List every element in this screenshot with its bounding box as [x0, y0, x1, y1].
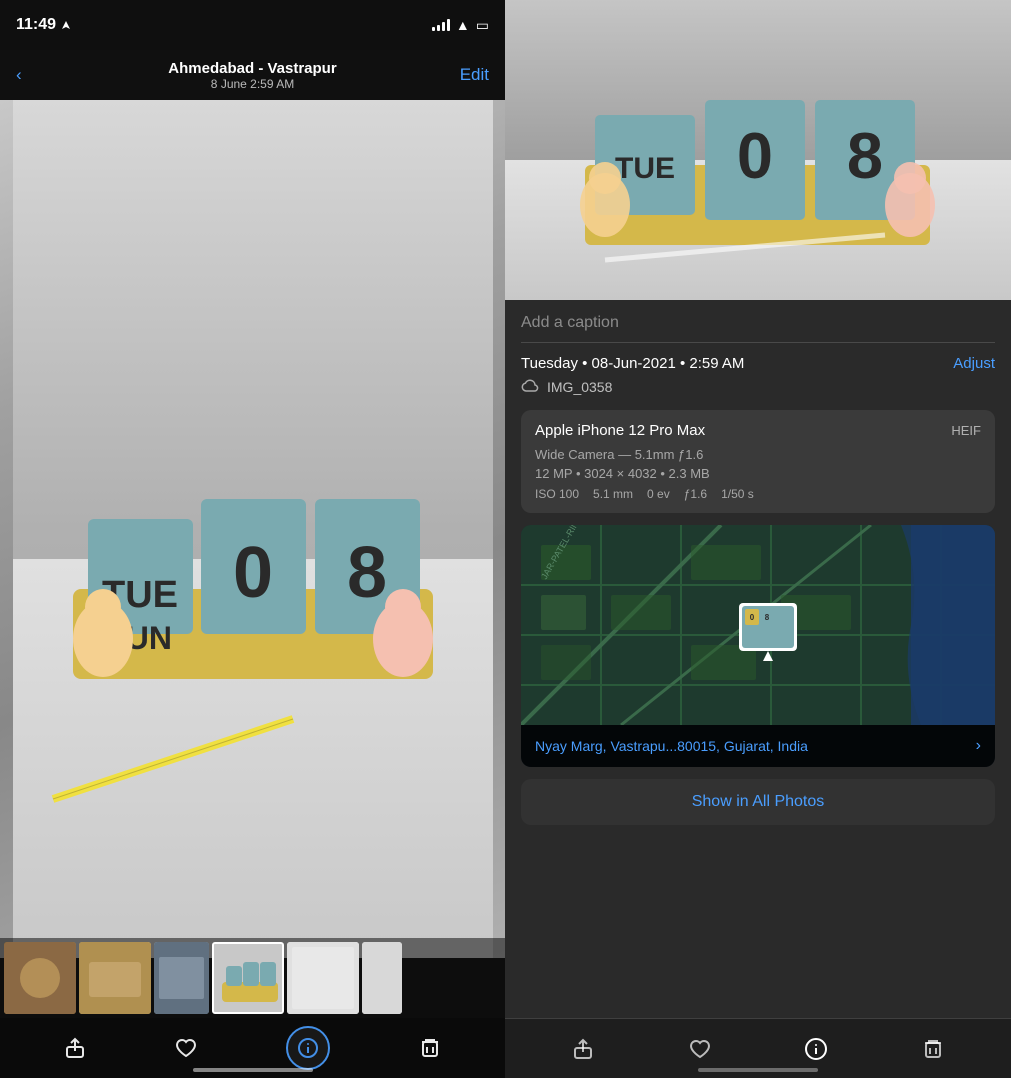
info-button-right[interactable] — [805, 1038, 827, 1060]
map-canvas: JAR-PATEL-RING-RD 0 8 — [521, 525, 995, 725]
date-row: Tuesday • 08-Jun-2021 • 2:59 AM Adjust — [521, 355, 995, 372]
share-button-left[interactable] — [64, 1037, 86, 1059]
status-icons-right: ▲ ▭ — [432, 17, 489, 34]
photo-image-right: TUE 0 8 — [505, 0, 1011, 300]
like-button-right[interactable] — [689, 1038, 711, 1060]
battery-icon: ▭ — [476, 17, 489, 34]
home-indicator-left — [193, 1068, 313, 1072]
map-svg: JAR-PATEL-RING-RD 0 8 — [521, 525, 995, 725]
filename: IMG_0358 — [547, 379, 612, 395]
thumbnail-item[interactable] — [79, 942, 151, 1014]
home-indicator-right — [698, 1068, 818, 1072]
share-icon — [64, 1037, 86, 1059]
format-badge: HEIF — [951, 423, 981, 438]
thumbnail-item[interactable] — [362, 942, 402, 1014]
cloud-icon — [521, 378, 539, 396]
trash-icon-right — [922, 1038, 944, 1060]
thumbnail-item[interactable] — [287, 942, 359, 1014]
svg-text:0: 0 — [232, 533, 272, 613]
nav-bar-left: ‹ Ahmedabad - Vastrapur 8 June 2:59 AM E… — [0, 50, 505, 100]
photo-view-right: TUE 0 8 — [505, 0, 1011, 300]
svg-text:8: 8 — [765, 613, 770, 622]
map-section[interactable]: JAR-PATEL-RING-RD 0 8 Nyay Marg, Vastrap… — [521, 525, 995, 767]
exif-iso: ISO 100 — [535, 487, 579, 501]
adjust-button[interactable]: Adjust — [953, 355, 995, 372]
camera-info-card: Apple iPhone 12 Pro Max HEIF Wide Camera… — [521, 410, 995, 513]
wifi-icon: ▲ — [456, 17, 470, 33]
exif-focal: 5.1 mm — [593, 487, 633, 501]
status-bar-left: 11:49 ▲ ▭ — [0, 0, 505, 50]
nav-title: Ahmedabad - Vastrapur — [168, 60, 336, 77]
camera-resolution: 12 MP • 3024 × 4032 • 2.3 MB — [535, 466, 981, 481]
show-all-photos-button[interactable]: Show in All Photos — [521, 779, 995, 825]
svg-text:8: 8 — [346, 533, 386, 613]
camera-name: Apple iPhone 12 Pro Max — [535, 422, 705, 439]
heart-icon-right — [689, 1038, 711, 1060]
thumbnail-item[interactable] — [4, 942, 76, 1014]
camera-lens: Wide Camera — 5.1mm ƒ1.6 — [535, 447, 981, 462]
photo-view-left: TUE 0 8 JUN — [0, 100, 505, 958]
share-button-right[interactable] — [572, 1038, 594, 1060]
delete-button-left[interactable] — [419, 1037, 441, 1059]
info-icon-right — [805, 1038, 827, 1060]
back-button[interactable]: ‹ — [16, 65, 22, 85]
info-button-left[interactable] — [286, 1026, 330, 1070]
info-panel: Add a caption Tuesday • 08-Jun-2021 • 2:… — [505, 300, 1011, 1018]
right-panel: TUE 0 8 Add a caption Tuesday • 08-Jun-2… — [505, 0, 1011, 1078]
chevron-right-icon: › — [976, 737, 981, 755]
map-location-bar[interactable]: Nyay Marg, Vastrapu...80015, Gujarat, In… — [521, 725, 995, 767]
thumbnail-item-active[interactable] — [212, 942, 284, 1014]
filename-row: IMG_0358 — [521, 378, 995, 396]
status-time: 11:49 — [16, 16, 72, 34]
delete-button-right[interactable] — [922, 1038, 944, 1060]
trash-icon-left — [419, 1037, 441, 1059]
thumbnail-strip[interactable] — [0, 938, 505, 1018]
caption-field[interactable]: Add a caption — [521, 300, 995, 343]
location-arrow-icon — [60, 19, 72, 31]
svg-text:TUE: TUE — [615, 152, 675, 185]
svg-text:0: 0 — [737, 119, 773, 192]
date-text: Tuesday • 08-Jun-2021 • 2:59 AM — [521, 355, 744, 372]
photo-image-left: TUE 0 8 JUN — [13, 100, 493, 958]
time-display: 11:49 — [16, 16, 56, 34]
info-icon-left — [298, 1038, 318, 1058]
svg-text:0: 0 — [750, 613, 755, 622]
exif-aperture: ƒ1.6 — [684, 487, 707, 501]
thumbnail-item[interactable] — [154, 942, 209, 1014]
share-icon-right — [572, 1038, 594, 1060]
nav-subtitle: 8 June 2:59 AM — [168, 77, 336, 91]
exif-shutter: 1/50 s — [721, 487, 754, 501]
svg-text:8: 8 — [847, 119, 883, 192]
exif-row: ISO 100 5.1 mm 0 ev ƒ1.6 1/50 s — [535, 487, 981, 501]
left-panel: 11:49 ▲ ▭ ‹ Ahmedabad - Vastrapur 8 June… — [0, 0, 505, 1078]
edit-button[interactable]: Edit — [460, 65, 489, 85]
map-location-text: Nyay Marg, Vastrapu...80015, Gujarat, In… — [535, 738, 808, 754]
like-button-left[interactable] — [175, 1037, 197, 1059]
heart-icon — [175, 1037, 197, 1059]
exif-ev: 0 ev — [647, 487, 670, 501]
nav-title-block: Ahmedabad - Vastrapur 8 June 2:59 AM — [168, 60, 336, 91]
signal-icon — [432, 19, 450, 31]
camera-header: Apple iPhone 12 Pro Max HEIF — [535, 422, 981, 439]
